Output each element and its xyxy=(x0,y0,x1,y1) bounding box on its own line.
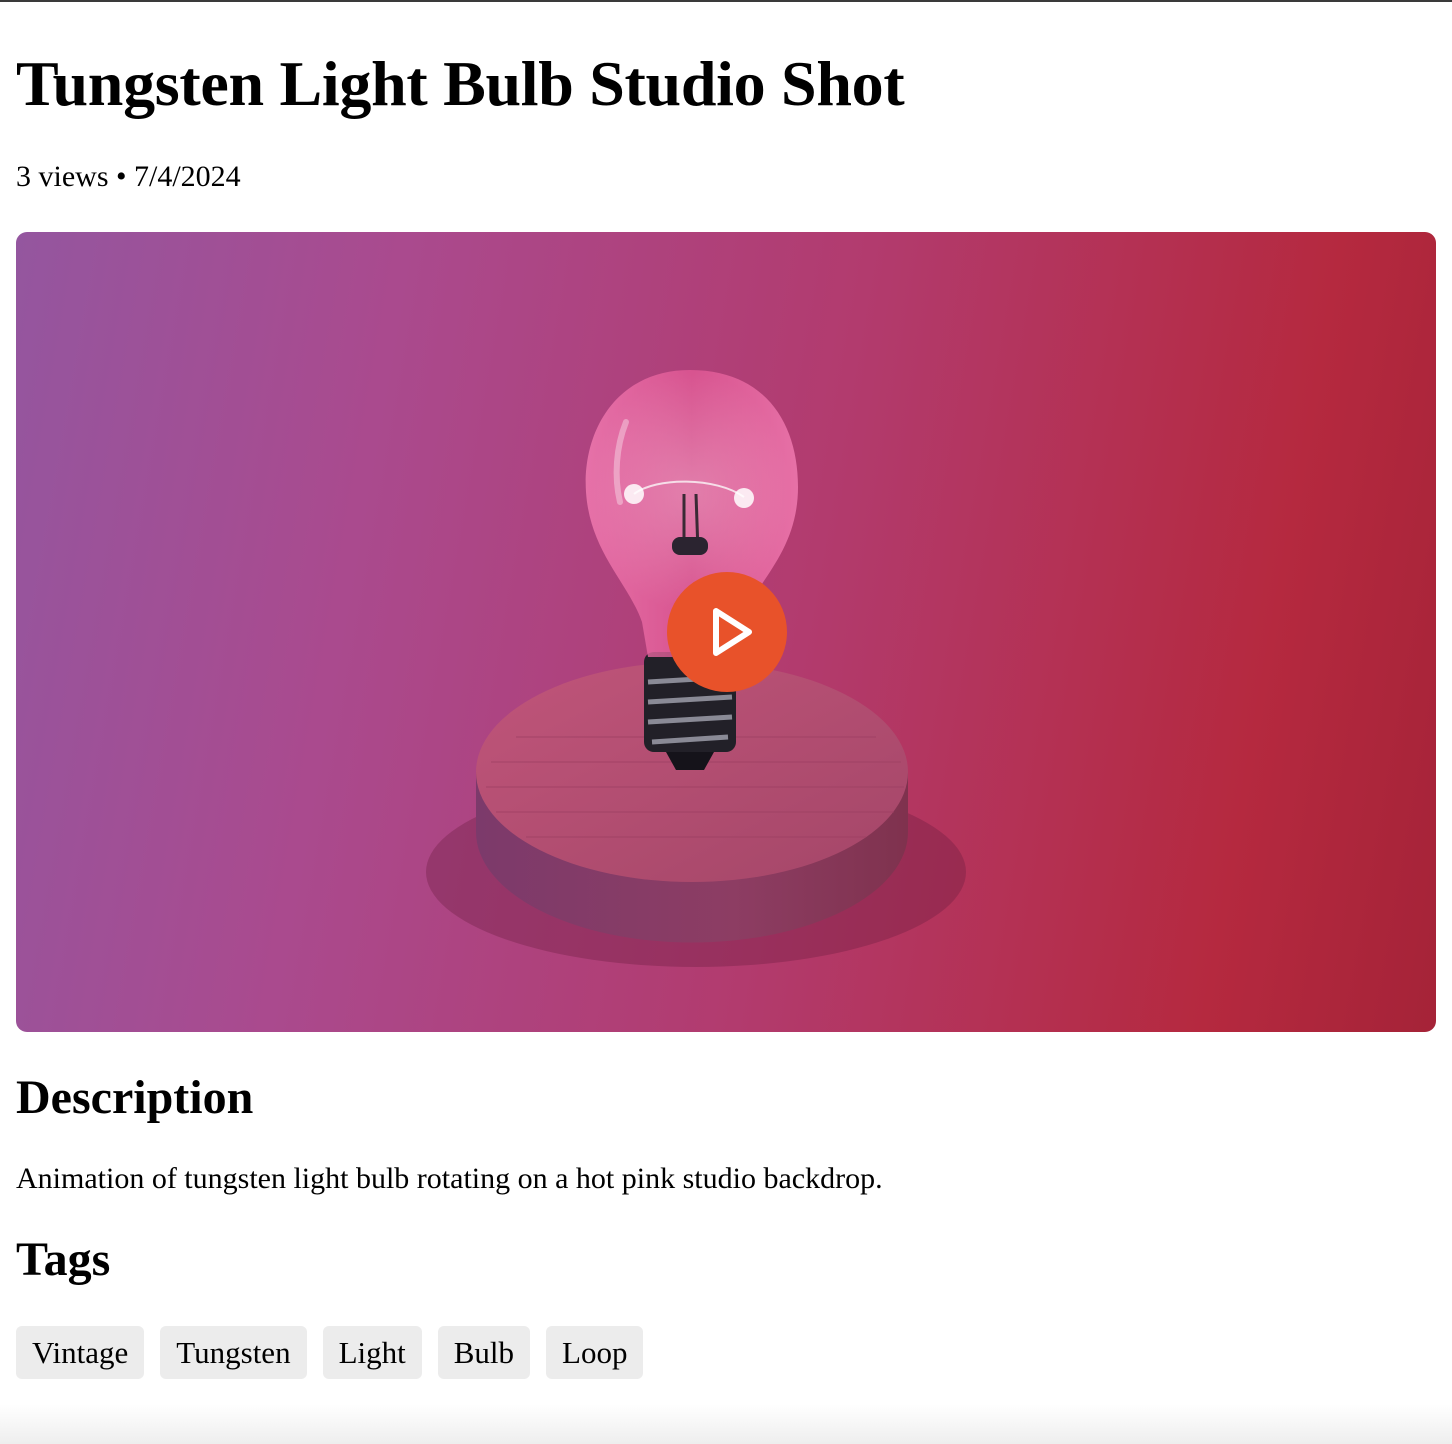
play-button[interactable] xyxy=(667,572,787,692)
video-player[interactable] xyxy=(16,232,1436,1032)
tag-loop[interactable]: Loop xyxy=(546,1326,644,1379)
tag-list: Vintage Tungsten Light Bulb Loop xyxy=(16,1326,1436,1379)
tag-bulb[interactable]: Bulb xyxy=(437,1326,531,1379)
tag-tungsten[interactable]: Tungsten xyxy=(160,1326,307,1379)
meta-separator: • xyxy=(116,160,127,193)
description-heading: Description xyxy=(16,1071,254,1124)
tag-light[interactable]: Light xyxy=(322,1326,422,1379)
tags-heading: Tags xyxy=(16,1233,111,1286)
video-page: Tungsten Light Bulb Studio Shot 3 views … xyxy=(0,2,1452,1379)
bottom-fade xyxy=(0,1404,1452,1444)
video-title: Tungsten Light Bulb Studio Shot xyxy=(16,48,905,119)
tag-vintage[interactable]: Vintage xyxy=(16,1326,145,1379)
view-count: 3 views xyxy=(16,160,109,193)
play-icon xyxy=(713,608,752,656)
video-meta: 3 views • 7/4/2024 xyxy=(16,160,1436,194)
upload-date: 7/4/2024 xyxy=(134,160,241,193)
description-text: Animation of tungsten light bulb rotatin… xyxy=(16,1162,883,1195)
